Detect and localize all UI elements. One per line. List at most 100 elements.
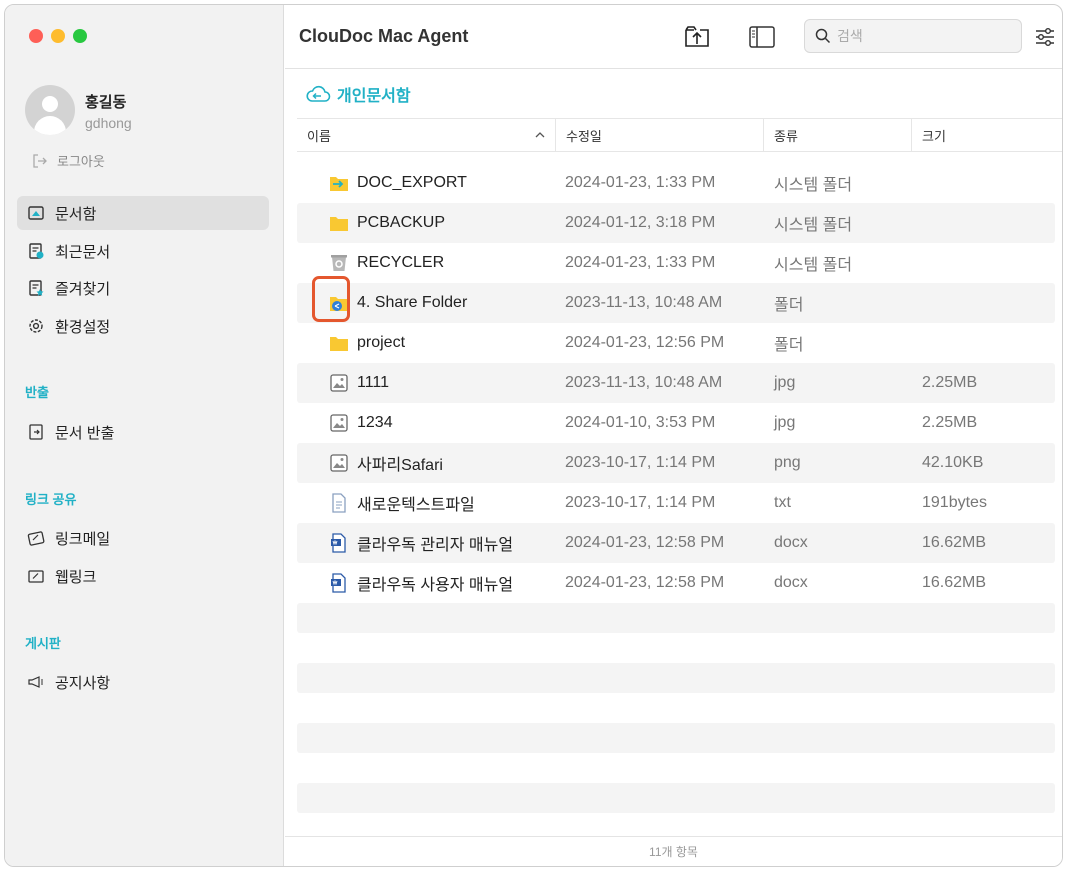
web-link-icon xyxy=(28,570,44,583)
column-modified-header[interactable]: 수정일 xyxy=(555,119,763,151)
file-row[interactable]: 클라우독 사용자 매뉴얼 2024-01-23, 12:58 PM docx 1… xyxy=(297,563,1055,603)
file-kind: 시스템 폴더 xyxy=(774,177,853,194)
logout-button[interactable]: 로그아웃 xyxy=(31,151,105,170)
file-name: PCBACKUP xyxy=(357,214,446,231)
sidebar-item-label: 문서함 xyxy=(55,205,97,223)
app-title: ClouDoc Mac Agent xyxy=(299,26,469,46)
file-size: 2.25MB xyxy=(922,414,978,431)
column-size-label: 크기 xyxy=(922,128,946,144)
folder-icon xyxy=(330,216,348,231)
logout-icon xyxy=(33,153,47,168)
sidebar: 홍길동 gdhong 로그아웃 문서함 최근문서 즐겨찾기 환경설정 반출 문서… xyxy=(5,5,284,866)
minimize-window-button[interactable] xyxy=(51,29,65,43)
file-date: 2024-01-12, 3:18 PM xyxy=(565,214,716,231)
section-title-link-share: 링크 공유 xyxy=(25,492,77,507)
sidebar-item-label: 문서 반출 xyxy=(55,424,115,442)
file-name: 4. Share Folder xyxy=(357,294,468,311)
file-row[interactable]: 1234 2024-01-10, 3:53 PM jpg 2.25MB xyxy=(297,403,1055,443)
column-modified-label: 수정일 xyxy=(566,128,602,144)
file-name: 새로운텍스트파일 xyxy=(357,497,475,514)
close-window-button[interactable] xyxy=(29,29,43,43)
sidebar-item-label: 링크메일 xyxy=(55,530,111,548)
file-kind: txt xyxy=(774,494,791,511)
text-file-icon xyxy=(332,493,346,513)
file-date: 2023-10-17, 1:14 PM xyxy=(565,454,716,471)
image-file-icon xyxy=(330,414,348,432)
file-row[interactable]: DOC_EXPORT 2024-01-23, 1:33 PM 시스템 폴더 xyxy=(297,163,1055,203)
file-row[interactable]: PCBACKUP 2024-01-12, 3:18 PM 시스템 폴더 xyxy=(297,203,1055,243)
sidebar-item-favorites[interactable]: 즐겨찾기 xyxy=(17,271,269,305)
search-input[interactable] xyxy=(837,28,1007,44)
column-size-header[interactable]: 크기 xyxy=(911,119,1061,151)
logout-label: 로그아웃 xyxy=(57,154,105,169)
file-size: 16.62MB xyxy=(922,574,987,591)
file-kind: 시스템 폴더 xyxy=(774,217,853,234)
column-name-header[interactable]: 이름 xyxy=(297,119,555,151)
image-file-icon xyxy=(330,454,348,472)
file-name: 클라우독 관리자 매뉴얼 xyxy=(357,537,514,554)
sidebar-item-doc-export[interactable]: 문서 반출 xyxy=(17,415,269,449)
docx-file-icon xyxy=(331,573,346,593)
file-name: 클라우독 사용자 매뉴얼 xyxy=(357,577,514,594)
sidebar-item-label: 최근문서 xyxy=(55,243,111,261)
file-row[interactable]: 사파리Safari 2023-10-17, 1:14 PM png 42.10K… xyxy=(297,443,1055,483)
file-kind: docx xyxy=(774,574,808,591)
file-date: 2024-01-23, 1:33 PM xyxy=(565,174,716,191)
sidebar-item-settings[interactable]: 환경설정 xyxy=(17,309,269,343)
file-kind: 폴더 xyxy=(774,337,804,354)
export-icon xyxy=(29,424,43,440)
file-name: DOC_EXPORT xyxy=(357,174,467,191)
toolbar: ClouDoc Mac Agent xyxy=(285,5,1062,69)
sidebar-toggle-button[interactable] xyxy=(748,23,776,51)
upload-button[interactable] xyxy=(683,23,711,51)
recycle-bin-icon xyxy=(331,255,347,271)
column-header: 이름 수정일 종류 크기 xyxy=(297,118,1062,152)
file-row[interactable]: 클라우독 관리자 매뉴얼 2024-01-23, 12:58 PM docx 1… xyxy=(297,523,1055,563)
image-file-icon xyxy=(330,374,348,392)
sidebar-item-notice[interactable]: 공지사항 xyxy=(17,665,269,699)
empty-row xyxy=(297,783,1055,813)
sidebar-item-label: 웹링크 xyxy=(55,568,97,586)
search-box[interactable] xyxy=(804,19,1022,53)
file-row[interactable]: project 2024-01-23, 12:56 PM 폴더 xyxy=(297,323,1055,363)
file-name: 1111 xyxy=(357,374,390,391)
zoom-window-button[interactable] xyxy=(73,29,87,43)
file-date: 2023-11-13, 10:48 AM xyxy=(565,374,723,391)
section-title-board: 게시판 xyxy=(25,636,61,651)
sidebar-item-recent[interactable]: 최근문서 xyxy=(17,234,269,268)
file-size: 2.25MB xyxy=(922,374,978,391)
column-kind-header[interactable]: 종류 xyxy=(763,119,911,151)
sidebar-item-web-link[interactable]: 웹링크 xyxy=(17,559,269,593)
avatar xyxy=(25,85,75,135)
file-row[interactable]: RECYCLER 2024-01-23, 1:33 PM 시스템 폴더 xyxy=(297,243,1055,283)
filter-button[interactable] xyxy=(1031,23,1059,51)
file-name: 1234 xyxy=(357,414,393,431)
file-row[interactable]: 4. Share Folder 2023-11-13, 10:48 AM 폴더 xyxy=(297,283,1055,323)
file-row[interactable]: 1111 2023-11-13, 10:48 AM jpg 2.25MB xyxy=(297,363,1055,403)
file-kind: 폴더 xyxy=(774,297,804,314)
sidebar-item-link-mail[interactable]: 링크메일 xyxy=(17,521,269,555)
file-row[interactable]: 새로운텍스트파일 2023-10-17, 1:14 PM txt 191byte… xyxy=(297,483,1055,523)
item-count: 11개 항목 xyxy=(649,845,698,859)
column-kind-label: 종류 xyxy=(774,128,798,144)
user-name: 홍길동 xyxy=(85,94,127,111)
file-date: 2023-11-13, 10:48 AM xyxy=(565,294,723,311)
sidebar-item-label: 환경설정 xyxy=(55,318,111,336)
file-kind: jpg xyxy=(774,374,796,391)
highlight-annotation xyxy=(312,276,350,322)
file-size: 42.10KB xyxy=(922,454,984,471)
file-kind: png xyxy=(774,454,801,471)
sidebar-item-label: 즐겨찾기 xyxy=(55,280,111,298)
breadcrumb-label: 개인문서함 xyxy=(337,88,411,105)
gear-icon xyxy=(29,319,43,333)
file-date: 2024-01-23, 12:58 PM xyxy=(565,534,725,551)
folder-icon xyxy=(330,336,348,351)
breadcrumb[interactable]: 개인문서함 xyxy=(305,82,411,106)
column-name-label: 이름 xyxy=(307,128,331,144)
user-id: gdhong xyxy=(85,115,132,131)
file-name: project xyxy=(357,334,406,351)
sidebar-item-drawer[interactable]: 문서함 xyxy=(17,196,269,230)
upload-icon xyxy=(685,26,709,47)
status-bar: 11개 항목 xyxy=(285,836,1062,866)
cloud-back-icon xyxy=(306,85,331,102)
